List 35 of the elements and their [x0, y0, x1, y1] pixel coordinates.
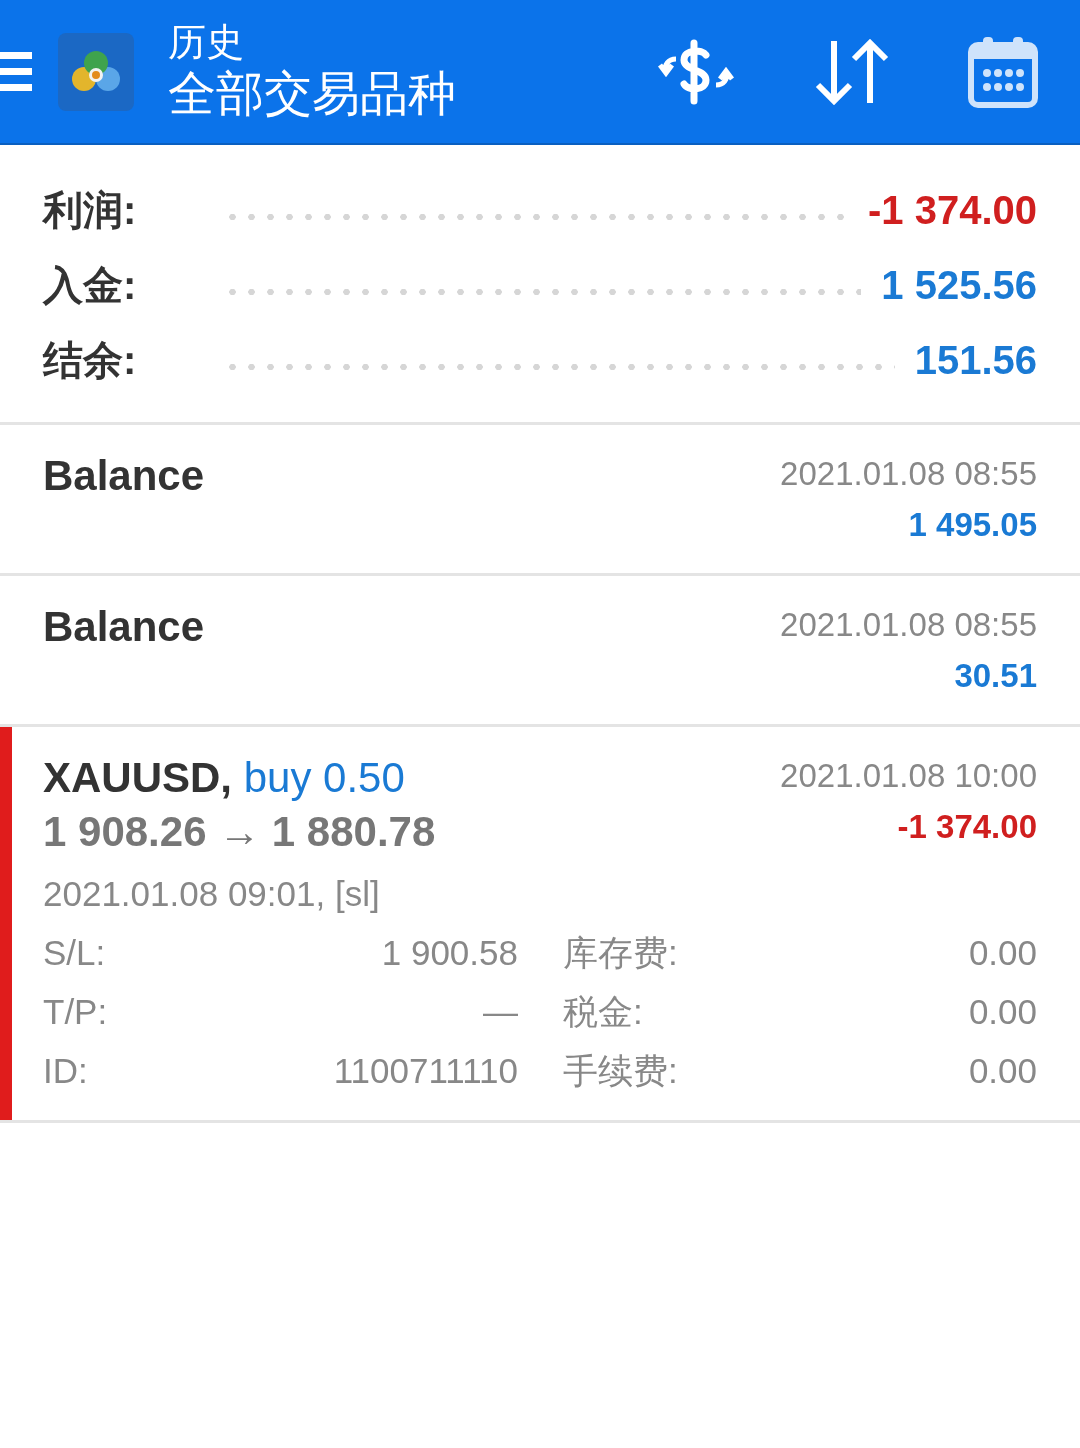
deal-time: 2021.01.08 08:55 — [780, 605, 1037, 645]
deal-amount: -1 374.00 — [897, 807, 1037, 847]
detail-label: T/P: — [43, 991, 109, 1033]
deal-amount: 30.51 — [954, 656, 1037, 696]
detail-value: 0.00 — [967, 932, 1037, 974]
summary-label: 利润: — [43, 187, 138, 234]
app-logo-icon — [58, 32, 134, 111]
detail-label: ID: — [43, 1050, 89, 1092]
deal-time: 2021.01.08 08:55 — [780, 454, 1037, 494]
detail-value: — — [482, 991, 518, 1033]
detail-value: 0.00 — [967, 991, 1037, 1033]
detail-value: 0.00 — [967, 1050, 1037, 1092]
deal-time: 2021.01.08 10:00 — [780, 756, 1037, 796]
summary-label: 结余: — [43, 337, 138, 384]
summary-value: 151.56 — [914, 338, 1037, 383]
menu-icon[interactable] — [0, 49, 32, 94]
sort-icon[interactable] — [814, 38, 890, 105]
detail-label: 税金: — [562, 991, 644, 1033]
trade-prices: 1 908.26 → 1 880.78 — [43, 807, 436, 857]
calendar-icon[interactable] — [968, 34, 1038, 109]
summary-value: 1 525.56 — [881, 263, 1037, 308]
screen-title: 历史 — [168, 19, 245, 64]
deal-amount: 1 495.05 — [908, 505, 1037, 545]
deal-type: Balance — [43, 602, 205, 652]
deal-type: Balance — [43, 451, 205, 501]
trade-symbol: XAUUSD, buy 0.50 — [43, 753, 406, 803]
summary-label: 入金: — [43, 262, 138, 309]
detail-value: 1 900.58 — [380, 932, 518, 974]
detail-label: 手续费: — [562, 1050, 679, 1092]
detail-value: 1100711110 — [332, 1050, 518, 1092]
detail-label: 库存费: — [562, 932, 679, 974]
summary-value: -1 374.00 — [867, 188, 1037, 233]
open-time: 2021.01.08 09:01, [sl] — [43, 873, 381, 915]
symbol-filter[interactable]: 全部交易品种 — [168, 63, 656, 124]
detail-label: S/L: — [43, 932, 107, 974]
